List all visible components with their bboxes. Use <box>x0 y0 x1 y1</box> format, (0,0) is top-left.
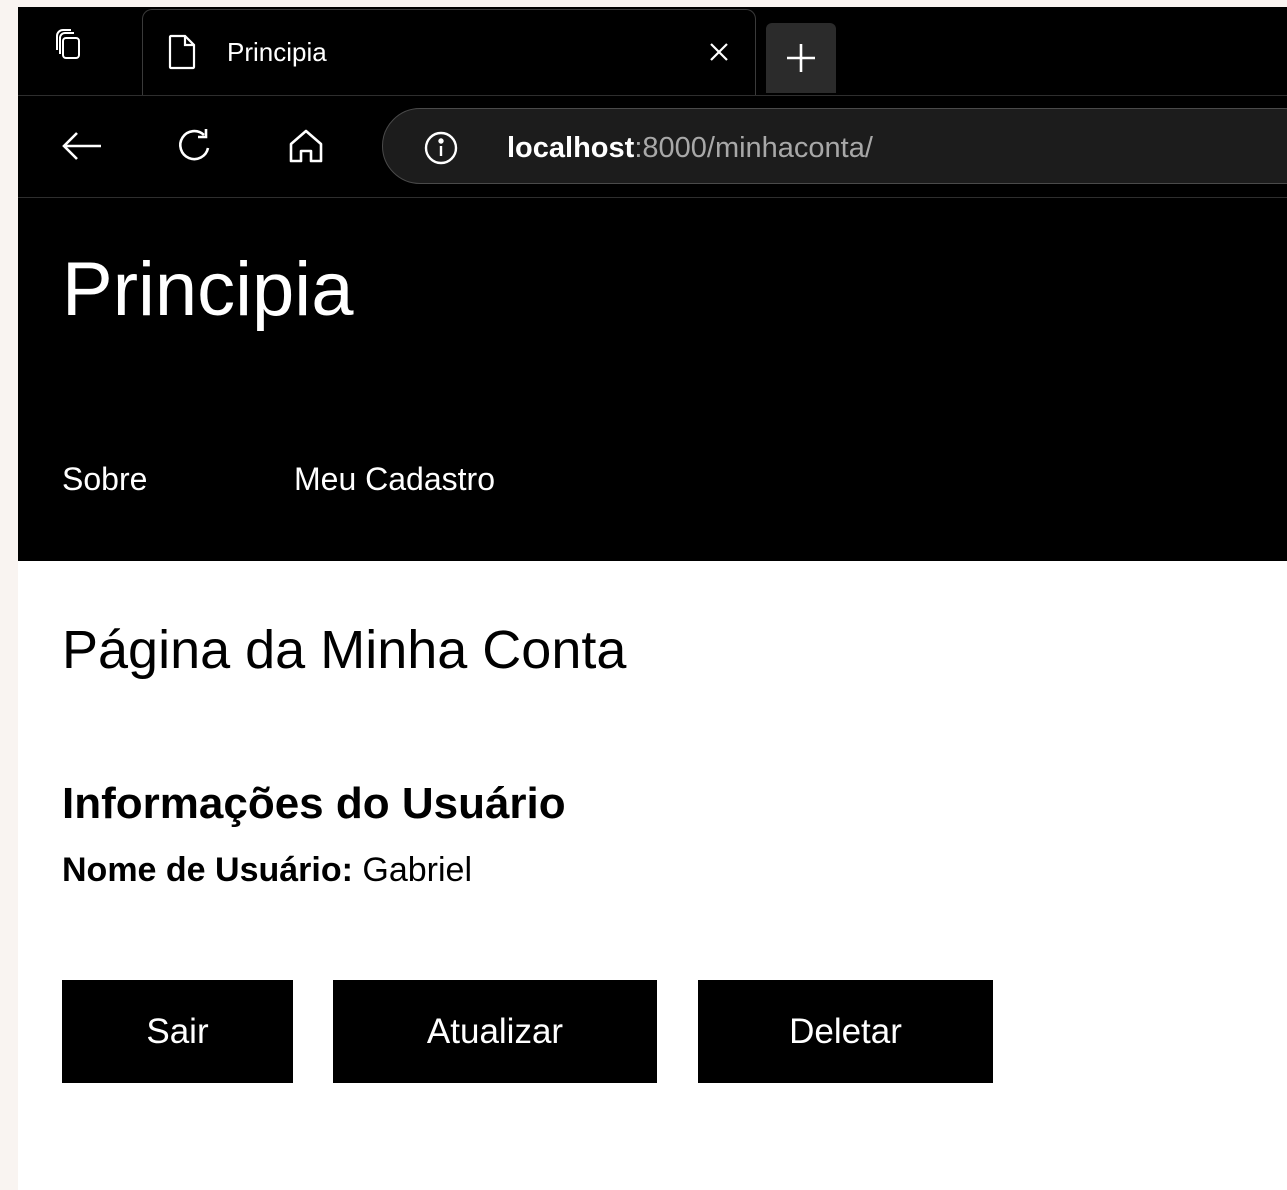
tab-title: Principia <box>227 37 327 67</box>
tab-strip: Principia <box>18 7 1287 95</box>
new-tab-button[interactable] <box>766 23 836 93</box>
close-icon[interactable] <box>705 38 733 66</box>
username-label: Nome de Usuário: <box>62 851 353 889</box>
url-host: localhost <box>507 132 635 164</box>
site-header: Principia Sobre Meu Cadastro <box>18 198 1287 561</box>
nav-link-sobre[interactable]: Sobre <box>62 461 147 498</box>
deletar-button[interactable]: Deletar <box>698 980 993 1083</box>
username-value: Gabriel <box>362 851 473 889</box>
page-icon <box>167 34 197 75</box>
sair-button[interactable]: Sair <box>62 980 293 1083</box>
url-text[interactable]: localhost:8000/minhaconta/ <box>507 132 873 165</box>
home-icon <box>289 129 323 163</box>
address-bar[interactable]: localhost:8000/minhaconta/ <box>382 108 1287 184</box>
nav-link-meu-cadastro[interactable]: Meu Cadastro <box>294 461 495 498</box>
refresh-button[interactable] <box>171 122 219 170</box>
page-title: Página da Minha Conta <box>62 620 627 680</box>
browser-toolbar: localhost:8000/minhaconta/ <box>18 95 1287 198</box>
browser-window: Principia localhost:8000/minhaconta/ Pri… <box>18 7 1287 1190</box>
username-row: Nome de Usuário: Gabriel <box>62 851 472 890</box>
back-button[interactable] <box>58 122 106 170</box>
tab-principia[interactable]: Principia <box>142 9 756 95</box>
back-arrow-icon <box>62 132 101 160</box>
site-info-icon[interactable] <box>423 130 459 171</box>
atualizar-button[interactable]: Atualizar <box>333 980 657 1083</box>
user-info-heading: Informações do Usuário <box>62 779 566 828</box>
tab-actions-icon[interactable] <box>48 25 88 65</box>
web-page: Principia Sobre Meu Cadastro Página da M… <box>18 198 1287 1083</box>
refresh-icon <box>179 129 210 161</box>
site-title: Principia <box>62 247 354 332</box>
home-button[interactable] <box>282 122 330 170</box>
plus-icon <box>787 44 815 72</box>
url-path: :8000/minhaconta/ <box>634 132 873 164</box>
